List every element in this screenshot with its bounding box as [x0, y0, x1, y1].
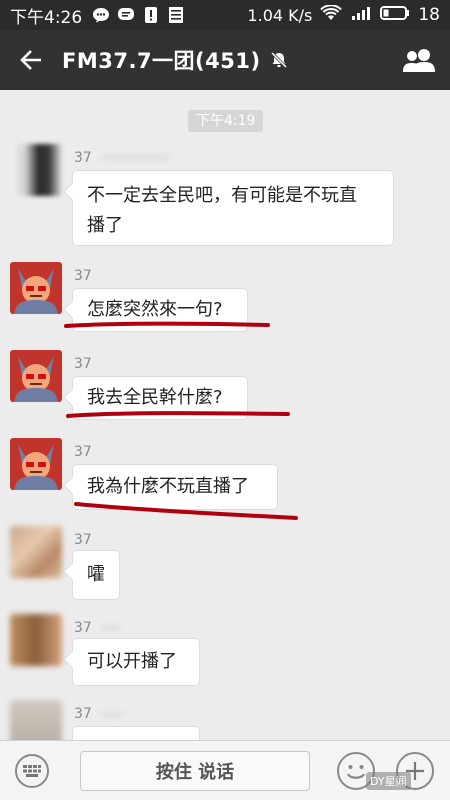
hold-to-talk-button[interactable]: 按住 说话	[80, 751, 310, 791]
network-speed: 1.04 K/s	[247, 5, 313, 25]
battery-level: 18	[418, 5, 440, 25]
back-button[interactable]	[0, 30, 62, 90]
battery-icon	[380, 5, 410, 26]
status-bar: 下午4:26 1.04 K/s 18	[0, 0, 450, 30]
message-text: 我為什麼不玩直播了	[87, 476, 249, 497]
sender-name: 37	[74, 150, 170, 166]
sender-name: 37	[74, 620, 120, 636]
avatar[interactable]	[10, 438, 62, 490]
message-bubble[interactable]: 嚯	[72, 550, 120, 600]
message-bubble[interactable]: 不一定去全民吧，有可能是不玩直 播了	[72, 170, 394, 246]
chat-area[interactable]: 下午4:19 37 不一定去全民吧，有可能是不玩直 播了 37 怎麼突然來一句?…	[0, 90, 450, 740]
avatar[interactable]	[10, 700, 62, 740]
avatar[interactable]	[10, 262, 62, 314]
chat-title: FM37.7一团(451)	[62, 49, 261, 73]
keyboard-icon	[23, 765, 41, 777]
chat-bubble-icon	[92, 6, 110, 24]
message-bubble[interactable]	[72, 726, 200, 740]
back-arrow-icon	[20, 50, 41, 70]
message-bubble[interactable]: 怎麼突然來一句?	[72, 288, 248, 332]
avatar[interactable]	[10, 144, 62, 196]
message-bubble[interactable]: 我去全民幹什麼?	[72, 376, 248, 420]
message-bubble[interactable]: 我為什麼不玩直播了	[72, 464, 278, 510]
sender-name: 37	[74, 356, 92, 372]
message-bubble[interactable]: 可以开播了	[72, 638, 200, 686]
group-members-icon	[403, 49, 435, 72]
message-text: 我去全民幹什麼?	[87, 387, 223, 408]
message-icon	[117, 6, 135, 24]
avatar[interactable]	[10, 350, 62, 402]
mute-bell-icon	[269, 50, 289, 70]
watermark: DY星闻	[366, 772, 411, 790]
status-time: 下午4:26	[10, 7, 83, 28]
group-members-button[interactable]	[388, 30, 450, 90]
chat-timestamp: 下午4:19	[188, 110, 264, 132]
nav-bar: FM37.7一团(451)	[0, 30, 450, 90]
keyboard-toggle-button[interactable]	[15, 754, 49, 788]
notes-icon	[167, 6, 185, 24]
message-text: 可以开播了	[87, 651, 177, 672]
sender-name: 37	[74, 532, 92, 548]
status-right: 1.04 K/s 18	[247, 3, 440, 26]
message-text: 嚯	[87, 564, 105, 585]
message-text: 怎麼突然來一句?	[87, 299, 223, 320]
message-text: 播了	[87, 215, 123, 236]
input-bar: 按住 说话	[0, 740, 450, 800]
avatar[interactable]	[10, 526, 62, 578]
sender-name: 37	[74, 706, 124, 722]
signal-icon	[350, 5, 372, 26]
wifi-icon	[320, 3, 343, 26]
message-text: 不一定去全民吧，有可能是不玩直	[87, 185, 357, 206]
sim-alert-icon	[142, 6, 160, 24]
sender-name: 37	[74, 444, 92, 460]
avatar[interactable]	[10, 614, 62, 666]
sender-name: 37	[74, 268, 92, 284]
